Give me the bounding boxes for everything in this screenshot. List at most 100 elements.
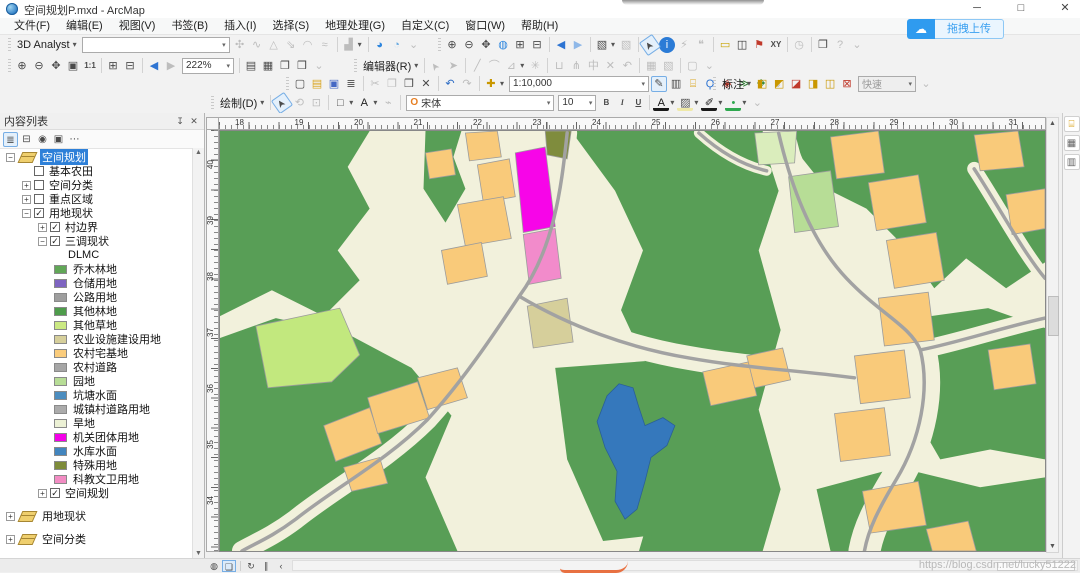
- toc-item-水库水面[interactable]: 水库水面: [0, 444, 192, 458]
- point-tool-icon[interactable]: ✳: [527, 58, 543, 74]
- expand-icon[interactable]: +: [38, 488, 47, 498]
- menu-item-2[interactable]: 视图(V): [111, 18, 164, 34]
- interpolate-line-icon[interactable]: ∿: [249, 37, 265, 53]
- scroll-page-left-button[interactable]: ‹: [274, 560, 288, 572]
- font-color-icon[interactable]: A: [653, 94, 670, 111]
- font-combo[interactable]: O 宋体 ▾: [406, 94, 555, 111]
- layer-visibility-checkbox[interactable]: ✓: [34, 208, 44, 218]
- expand-icon[interactable]: +: [22, 194, 31, 204]
- add-data-icon-dropdown[interactable]: ▾: [500, 79, 504, 88]
- menu-item-8[interactable]: 窗口(W): [457, 18, 513, 34]
- zoom-in-icon[interactable]: ⊕: [444, 37, 460, 53]
- table-tab-icon[interactable]: ▦: [1063, 135, 1080, 151]
- pan-icon[interactable]: ✥: [478, 37, 494, 53]
- label-weight-icon[interactable]: ◪: [788, 76, 804, 92]
- hyperlink-icon[interactable]: ⚡: [676, 37, 692, 53]
- layout-view-button[interactable]: ❏: [222, 560, 236, 572]
- font-color-icon-dropdown[interactable]: ▾: [670, 98, 674, 107]
- bold-button[interactable]: B: [598, 98, 614, 107]
- toc-item-乔木林地[interactable]: 乔木林地: [0, 262, 192, 276]
- zoom-100-icon[interactable]: 1:1: [82, 61, 98, 70]
- new-text-icon-dropdown[interactable]: ▾: [373, 98, 377, 107]
- menu-item-5[interactable]: 选择(S): [264, 18, 317, 34]
- draw-menu[interactable]: 绘制(D): [217, 95, 260, 111]
- endpoint-arc-icon[interactable]: ⌒: [486, 58, 502, 74]
- edit-annotation-icon[interactable]: ➤: [445, 58, 461, 74]
- expand-icon[interactable]: +: [6, 511, 15, 521]
- map-canvas[interactable]: [219, 130, 1046, 552]
- page-zoom-out-icon[interactable]: ⊖: [31, 58, 47, 74]
- find-route-icon[interactable]: ⚑: [751, 37, 767, 53]
- viewer-window-icon[interactable]: ❐: [815, 37, 831, 53]
- layer-visibility-checkbox[interactable]: [34, 194, 44, 204]
- copy-icon[interactable]: ❐: [384, 76, 400, 92]
- menu-item-1[interactable]: 编辑(E): [58, 18, 111, 34]
- editor-toggle-icon[interactable]: ✎: [651, 75, 668, 92]
- layer-visibility-checkbox[interactable]: ✓: [50, 488, 60, 498]
- page-pan-icon[interactable]: ✥: [48, 58, 64, 74]
- fill-color-icon-dropdown[interactable]: ▾: [694, 98, 698, 107]
- toolbar-overflow-icon[interactable]: ⌄: [701, 58, 717, 74]
- reshape-feature-icon[interactable]: ⊔: [551, 58, 567, 74]
- undo-icon[interactable]: ↶: [442, 76, 458, 92]
- back-extent-icon[interactable]: ◀: [553, 37, 569, 53]
- fixed-zoom-out-icon[interactable]: ⊟: [529, 37, 545, 53]
- layer-visibility-checkbox[interactable]: [34, 180, 44, 190]
- toc-item-DLMC[interactable]: DLMC: [0, 248, 192, 262]
- attributes-icon[interactable]: ▦: [643, 58, 659, 74]
- view-unplaced-icon[interactable]: ⊠: [839, 76, 855, 92]
- change-layout-icon[interactable]: ❐: [277, 58, 293, 74]
- label-priority-icon[interactable]: ◩: [771, 76, 787, 92]
- profile-graph-icon-dropdown[interactable]: ▾: [358, 40, 362, 49]
- italic-button[interactable]: I: [614, 98, 630, 107]
- marker-color-icon-dropdown[interactable]: ▾: [742, 98, 746, 107]
- collapse-icon[interactable]: −: [22, 208, 31, 218]
- toc-item-旱地[interactable]: 旱地: [0, 416, 192, 430]
- toc-item-空间分类[interactable]: + 空间分类: [0, 178, 192, 192]
- arcscene-icon[interactable]: ◔: [389, 37, 405, 53]
- zoom-to-selected-icon[interactable]: ⊡: [308, 95, 324, 111]
- list-tab-icon[interactable]: ▥: [1063, 154, 1080, 170]
- select-features-icon-dropdown[interactable]: ▾: [611, 40, 615, 49]
- toc-item-用地现状[interactable]: − ✓ 用地现状: [0, 206, 192, 220]
- toc-item-其他林地[interactable]: 其他林地: [0, 304, 192, 318]
- rotate-element-icon[interactable]: ⟲: [291, 95, 307, 111]
- fixed-zoom-in-icon[interactable]: ⊞: [512, 37, 528, 53]
- print-icon[interactable]: ≣: [343, 76, 359, 92]
- close-button[interactable]: ✕: [1058, 0, 1072, 18]
- full-extent-icon[interactable]: ◍: [495, 37, 511, 53]
- menu-item-9[interactable]: 帮助(H): [513, 18, 566, 34]
- label-manager-icon[interactable]: ◧: [754, 76, 770, 92]
- marker-color-icon[interactable]: •: [725, 94, 742, 111]
- 3d-analyst-menu[interactable]: 3D Analyst: [14, 39, 73, 51]
- delete-icon[interactable]: ✕: [418, 76, 434, 92]
- toc-item-特殊用地[interactable]: 特殊用地: [0, 458, 192, 472]
- toc-item-其他草地[interactable]: 其他草地: [0, 318, 192, 332]
- scroll-down-icon[interactable]: ▼: [1047, 543, 1058, 550]
- new-shape-icon-dropdown[interactable]: ▾: [349, 98, 353, 107]
- line-of-sight-icon[interactable]: ≈: [317, 37, 333, 53]
- toggle-draft-mode-icon[interactable]: ▤: [243, 58, 259, 74]
- profile-graph-icon[interactable]: ▟: [341, 37, 357, 53]
- editor-menu[interactable]: 编辑器(R): [360, 58, 414, 74]
- toc-options-icon[interactable]: ⋯: [67, 132, 82, 147]
- go-to-xy-icon[interactable]: XY: [768, 40, 784, 49]
- list-by-source-icon[interactable]: ⊟: [19, 132, 34, 147]
- time-slider-icon[interactable]: ◷: [791, 37, 807, 53]
- menu-item-7[interactable]: 自定义(C): [393, 18, 457, 34]
- list-by-drawing-order-icon[interactable]: ≣: [3, 131, 18, 147]
- page-zoom-in-icon[interactable]: ⊕: [14, 58, 30, 74]
- cut-polygons-icon[interactable]: ⋔: [568, 58, 584, 74]
- toc-window-icon[interactable]: ▥: [668, 76, 684, 92]
- interpolate-polygon-icon[interactable]: △: [266, 37, 282, 53]
- arcglobe-icon[interactable]: ◕: [372, 37, 388, 53]
- layer-visibility-checkbox[interactable]: ✓: [50, 236, 60, 246]
- toc-item-村边界[interactable]: + ✓ 村边界: [0, 220, 192, 234]
- interpolate-point-icon[interactable]: ✣: [232, 37, 248, 53]
- drag-upload-widget[interactable]: ☁ 拖拽上传: [907, 19, 1004, 39]
- map-scale-combo[interactable]: 1:10,000 ▾: [509, 75, 650, 92]
- label-engine-combo[interactable]: 快速 ▾: [858, 75, 917, 92]
- data-driven-pages-icon[interactable]: ❒: [294, 58, 310, 74]
- menu-item-6[interactable]: 地理处理(G): [317, 18, 393, 34]
- straight-segment-icon[interactable]: ╱: [469, 58, 485, 74]
